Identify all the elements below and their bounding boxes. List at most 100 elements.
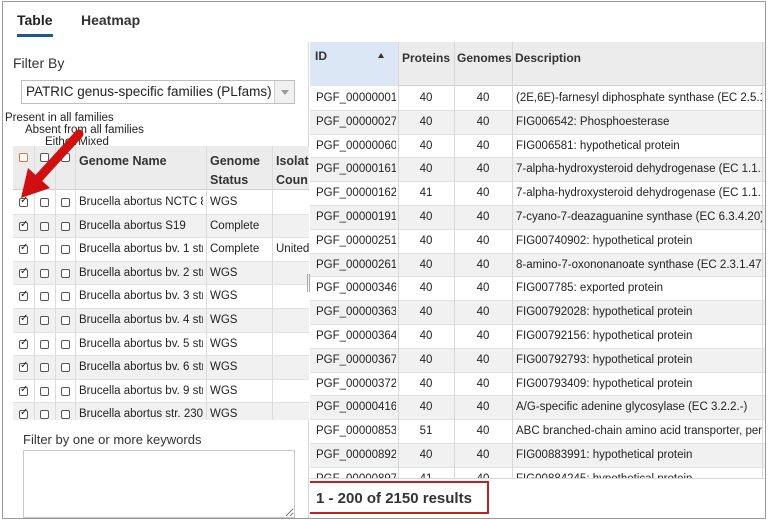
sort-ascending-icon[interactable] — [378, 53, 384, 58]
table-row[interactable]: PGF_00000251 40 40 FIG00740902: hypothetica… — [310, 229, 765, 254]
description-cell: FIG00793409: hypothetical protein — [516, 377, 693, 390]
genomes-cell: 40 — [476, 282, 490, 295]
proteins-cell: 40 — [419, 306, 433, 319]
column-header-genomes[interactable]: Genomes — [457, 51, 512, 65]
proteins-cell: 40 — [419, 282, 433, 295]
genome-name-cell: Brucella abortus NCTC 8038 — [79, 196, 203, 208]
family-id-cell: PGF_00000162 — [316, 187, 396, 200]
absent-checkbox[interactable] — [40, 316, 49, 325]
absent-checkbox[interactable] — [40, 245, 49, 255]
table-row[interactable]: Brucella abortus bv. 1 str. 9-941 Complet… — [13, 238, 309, 262]
table-row[interactable]: Brucella abortus bv. 9 str. C68 WGS — [13, 379, 309, 404]
table-row[interactable]: PGF_00000364 40 40 FIG00792156: hypothetica… — [310, 325, 765, 349]
mixed-checkbox[interactable] — [61, 221, 70, 231]
table-row[interactable]: PGF_00000001 40 40 (2E,6E)-farnesyl diphosp… — [310, 87, 765, 111]
genomes-cell: 40 — [476, 425, 490, 438]
table-row[interactable]: PGF_00000027 40 40 FIG006542: Phosphoestera… — [310, 110, 765, 135]
family-id-cell: PGF_00000416 — [316, 401, 396, 414]
present-checkbox[interactable] — [19, 360, 28, 373]
column-divider — [454, 42, 455, 518]
column-header-proteins[interactable]: Proteins — [402, 51, 450, 65]
results-highlight-box: 1 - 200 of 2150 results — [310, 481, 489, 514]
mixed-checkbox[interactable] — [61, 363, 70, 373]
genomes-cell: 40 — [476, 377, 490, 390]
column-header-genome-name[interactable]: Genome Name — [79, 152, 167, 171]
family-id-cell: PGF_00000363 — [316, 306, 396, 319]
absent-checkbox[interactable] — [40, 410, 49, 420]
isolation-country-cell: United — [276, 243, 309, 256]
column-header-id-sorted[interactable]: ID — [310, 42, 398, 86]
table-row[interactable]: Brucella abortus bv. 2 str. 86/8/59 WGS — [13, 261, 309, 286]
table-row[interactable]: PGF_00000162 41 40 7-alpha-hydroxysteroid d… — [310, 182, 765, 206]
proteins-cell: 40 — [419, 163, 433, 176]
column-header-isolation-country[interactable]: Isolat Coun — [276, 152, 309, 190]
description-cell: FIG00792793: hypothetical protein — [516, 353, 693, 366]
table-row[interactable]: PGF_00000060 40 40 FIG006581: hypothetical … — [310, 134, 765, 159]
present-checkbox[interactable] — [19, 313, 28, 325]
mixed-checkbox[interactable] — [61, 316, 70, 325]
mixed-checkbox[interactable] — [61, 339, 70, 349]
table-row[interactable]: Brucella abortus bv. 5 str. B3196 WGS — [13, 332, 309, 357]
column-header-genome-status[interactable]: Genome Status — [210, 152, 260, 190]
genomes-cell: 40 — [476, 234, 490, 247]
family-type-select[interactable]: PATRIC genus-specific families (PLfams) — [21, 80, 295, 104]
genome-status-cell: WGS — [210, 290, 238, 303]
pagination-bar: 1 - 200 of 2150 results — [310, 478, 765, 518]
table-row[interactable]: PGF_00000161 40 40 7-alpha-hydroxysteroid d… — [310, 158, 765, 183]
absent-checkbox[interactable] — [40, 221, 49, 231]
genome-name-cell: Brucella abortus str. 2308 — [79, 408, 203, 420]
mixed-checkbox[interactable] — [61, 386, 70, 396]
present-checkbox[interactable] — [19, 337, 28, 349]
absent-checkbox[interactable] — [40, 268, 49, 278]
mixed-checkbox[interactable] — [61, 268, 70, 278]
column-header-description[interactable]: Description — [515, 51, 581, 65]
absent-checkbox[interactable] — [40, 363, 49, 373]
family-id-cell: PGF_00000372 — [316, 377, 396, 390]
proteins-cell: 40 — [419, 115, 433, 128]
table-row[interactable]: PGF_00000367 40 40 FIG00792793: hypothetica… — [310, 348, 765, 373]
proteins-cell: 40 — [419, 211, 433, 223]
table-row[interactable]: Brucella abortus str. 2308 WGS — [13, 403, 309, 420]
table-row[interactable]: PGF_00000892 40 40 FIG00883991: hypothetica… — [310, 444, 765, 468]
mixed-checkbox[interactable] — [61, 410, 70, 420]
table-row[interactable]: PGF_00000853 51 40 ABC branched-chain amino… — [310, 420, 765, 444]
proteins-cell: 41 — [419, 187, 433, 200]
keyword-filter-label: Filter by one or more keywords — [23, 432, 202, 447]
description-cell: 7-alpha-hydroxysteroid dehydrogenase (EC… — [516, 187, 762, 200]
genome-name-cell: Brucella abortus bv. 6 str. 870 — [79, 361, 203, 374]
tab-table[interactable]: Table — [17, 12, 53, 28]
absent-checkbox[interactable] — [40, 292, 49, 302]
family-id-cell: PGF_00000261 — [316, 258, 396, 271]
genome-status-cell: WGS — [210, 337, 238, 350]
table-row[interactable]: PGF_00000346 40 40 FIG007785: exported prot… — [310, 277, 765, 302]
present-checkbox[interactable] — [19, 242, 28, 255]
column-header-id-label: ID — [315, 49, 327, 63]
table-row[interactable]: Brucella abortus bv. 3 str. Tulya WGS — [13, 285, 309, 309]
absent-checkbox[interactable] — [40, 339, 49, 349]
proteins-cell: 40 — [419, 139, 433, 152]
present-checkbox[interactable] — [19, 266, 28, 278]
mixed-checkbox[interactable] — [61, 292, 70, 302]
tab-heatmap[interactable]: Heatmap — [81, 12, 140, 28]
keyword-filter-input[interactable] — [23, 450, 295, 518]
table-row[interactable]: PGF_00000372 40 40 FIG00793409: hypothetica… — [310, 372, 765, 397]
table-row[interactable]: PGF_00000191 40 40 7-cyano-7-deazaguanine s… — [310, 206, 765, 230]
table-row[interactable]: PGF_00000416 40 40 A/G-specific adenine gly… — [310, 396, 765, 421]
present-checkbox[interactable] — [19, 384, 28, 396]
proteins-cell: 40 — [419, 401, 433, 414]
present-checkbox[interactable] — [19, 289, 28, 302]
present-checkbox[interactable] — [19, 407, 28, 420]
genomes-cell: 40 — [476, 449, 490, 461]
table-row[interactable]: Brucella abortus S19 Complete — [13, 214, 309, 239]
present-checkbox[interactable] — [19, 219, 28, 231]
table-row[interactable]: PGF_00000261 40 40 8-amino-7-oxononanoate s… — [310, 253, 765, 278]
absent-checkbox[interactable] — [40, 386, 49, 396]
genome-name-cell: Brucella abortus bv. 2 str. 86/8/59 — [79, 266, 203, 279]
table-row[interactable]: Brucella abortus bv. 6 str. 870 WGS — [13, 356, 309, 380]
description-cell: FIG00792028: hypothetical protein — [516, 306, 693, 319]
genomes-cell: 40 — [476, 211, 490, 223]
mixed-checkbox[interactable] — [61, 245, 70, 255]
table-row[interactable]: Brucella abortus bv. 4 str. 292 WGS — [13, 309, 309, 333]
chevron-down-icon[interactable] — [274, 81, 294, 103]
table-row[interactable]: PGF_00000363 40 40 FIG00792028: hypothetica… — [310, 301, 765, 325]
